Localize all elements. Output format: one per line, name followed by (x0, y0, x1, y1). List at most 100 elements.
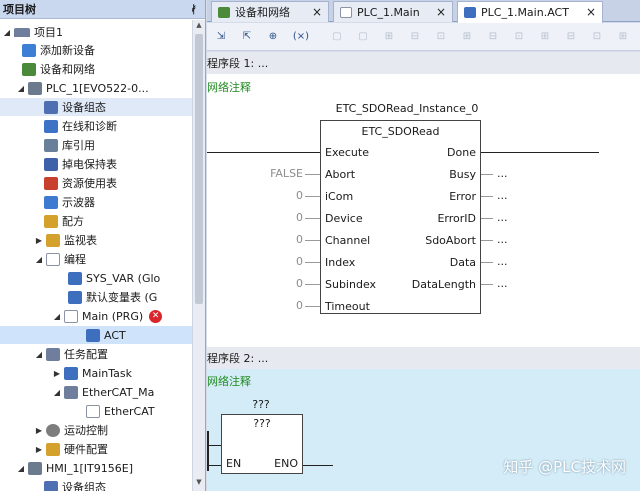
tree-item-add-device[interactable]: 添加新设备 (0, 41, 193, 59)
tree-item-online-diagnostics[interactable]: 在线和诊断 (0, 117, 193, 135)
tree-item-watch-table[interactable]: ▶ 监视表 (0, 231, 193, 249)
tree-item-sys-var[interactable]: SYS_VAR (Glo (0, 269, 193, 287)
tree-item-maintask[interactable]: ▶ MainTask (0, 364, 193, 382)
tree-item-oscilloscope[interactable]: 示波器 (0, 193, 193, 211)
toolbar-btn-14-icon[interactable]: ⊟ (563, 30, 579, 44)
function-block-etc-sdoread[interactable]: ETC_SDORead Execute Abort iCom Device Ch… (320, 120, 481, 314)
insert-parallel-icon[interactable]: ⇱ (239, 30, 255, 44)
error-icon: ✕ (149, 309, 163, 323)
collapse-arrow-icon[interactable]: ◢ (34, 350, 44, 359)
input-value-abort[interactable]: FALSE (257, 167, 303, 180)
input-value-channel[interactable]: 0 (257, 233, 303, 246)
insert-coil-icon[interactable]: (×) (291, 30, 311, 44)
tree-item-label: 设备组态 (62, 101, 106, 114)
output-value-sdoabort[interactable]: ... (497, 233, 508, 246)
tree-item-hmi1[interactable]: ◢ HMI_1[IT9156E] (0, 459, 193, 477)
input-value-index[interactable]: 0 (257, 255, 303, 268)
tree-item-ethercat[interactable]: EtherCAT (0, 402, 193, 420)
fb2-instance-name[interactable]: ??? (221, 398, 301, 411)
expand-arrow-icon[interactable]: ▶ (34, 236, 44, 245)
tree-item-label: 添加新设备 (40, 44, 95, 57)
toolbar-btn-12-icon[interactable]: ⊡ (511, 30, 527, 44)
insert-contact-icon[interactable]: ⇲ (213, 30, 229, 44)
tree-item-motion-control[interactable]: ▶ 运动控制 (0, 421, 193, 439)
function-block-empty[interactable]: ??? EN ENO (221, 414, 303, 474)
en-wire (207, 445, 221, 446)
toolbar-btn-6-icon[interactable]: ▢ (355, 30, 371, 44)
collapse-arrow-icon[interactable]: ◢ (34, 255, 44, 264)
toolbar-btn-15-icon[interactable]: ⊡ (589, 30, 605, 44)
tree-item-hardware-config[interactable]: ▶ 硬件配置 (0, 440, 193, 458)
toolbar-btn-5-icon[interactable]: ▢ (329, 30, 345, 44)
output-value-data[interactable]: ... (497, 255, 508, 268)
toolbar-btn-10-icon[interactable]: ⊞ (459, 30, 475, 44)
collapse-arrow-icon[interactable]: ◢ (52, 388, 62, 397)
expand-arrow-icon[interactable]: ▶ (34, 445, 44, 454)
close-icon[interactable]: × (312, 5, 322, 19)
function-block-title: ETC_SDORead (361, 125, 440, 138)
en-input-wire (207, 465, 221, 466)
tab-label: PLC_1.Main (357, 5, 420, 19)
output-value-datalength[interactable]: ... (497, 277, 508, 290)
ladder-editor[interactable]: 程序段 1: ... 网络注释 ETC_SDORead_Instance_0 E… (207, 52, 640, 491)
input-value-device[interactable]: 0 (257, 211, 303, 224)
input-pin-execute: Execute (325, 146, 369, 159)
tree-item-label: 运动控制 (64, 424, 108, 437)
insert-box-icon[interactable]: ⊕ (265, 30, 281, 44)
input-value-icom[interactable]: 0 (257, 189, 303, 202)
fb-instance-name[interactable]: ETC_SDORead_Instance_0 (307, 102, 507, 115)
scroll-up-icon[interactable]: ▲ (193, 21, 205, 33)
input-value-timeout[interactable]: 0 (257, 299, 303, 312)
tree-item-label: MainTask (82, 366, 132, 380)
collapse-arrow-icon[interactable]: ◢ (16, 464, 26, 473)
tree-item-default-var-table[interactable]: 默认变量表 (G (0, 288, 193, 306)
collapse-arrow-icon[interactable]: ◢ (2, 28, 12, 37)
toolbar-btn-16-icon[interactable]: ⊞ (615, 30, 631, 44)
tab-devices-networks[interactable]: 设备和网络 × (211, 1, 329, 22)
tree-item-programming[interactable]: ◢ 编程 (0, 250, 193, 268)
toolbar-btn-13-icon[interactable]: ⊞ (537, 30, 553, 44)
plc-icon (28, 81, 42, 95)
output-value-busy[interactable]: ... (497, 167, 508, 180)
tab-plc1-main[interactable]: PLC_1.Main × (333, 1, 453, 22)
recipe-icon (44, 214, 58, 228)
expand-arrow-icon[interactable]: ▶ (52, 369, 62, 378)
close-icon[interactable]: × (586, 5, 596, 19)
scroll-down-icon[interactable]: ▼ (193, 478, 205, 490)
ethercat-task-icon (64, 385, 78, 399)
tree-item-recipe[interactable]: 配方 (0, 212, 193, 230)
tree-item-hmi-device-config[interactable]: 设备组态 (0, 478, 193, 491)
tree-item-library[interactable]: 库引用 (0, 136, 193, 154)
toolbar-btn-7-icon[interactable]: ⊞ (381, 30, 397, 44)
tree-item-device-config[interactable]: 设备组态 (0, 98, 193, 116)
tree-scrollbar[interactable]: ▲ ▼ (192, 20, 205, 491)
network-2-header[interactable]: 程序段 2: ... (207, 347, 640, 369)
tab-plc1-main-act[interactable]: PLC_1.Main.ACT × (457, 1, 603, 23)
tree-item-main-prg[interactable]: ◢ Main (PRG) ✕ (0, 307, 193, 325)
input-value-subindex[interactable]: 0 (257, 277, 303, 290)
tree-item-label: 硬件配置 (64, 443, 108, 456)
network-1-header[interactable]: 程序段 1: ... (207, 52, 640, 74)
tree-item-retain-table[interactable]: 掉电保持表 (0, 155, 193, 173)
close-icon[interactable]: × (436, 5, 446, 19)
toolbar-btn-9-icon[interactable]: ⊡ (433, 30, 449, 44)
tree-item-resource-table[interactable]: 资源使用表 (0, 174, 193, 192)
tree-item-task-config[interactable]: ◢ 任务配置 (0, 345, 193, 363)
tree-item-devices-networks[interactable]: 设备和网络 (0, 60, 193, 78)
collapse-arrow-icon[interactable]: ◢ (16, 84, 26, 93)
tree-item-ethercat-task[interactable]: ◢ EtherCAT_Ma (0, 383, 193, 401)
network-1-comment[interactable]: 网络注释 (207, 79, 251, 95)
output-value-errorid[interactable]: ... (497, 211, 508, 224)
network-2-comment[interactable]: 网络注释 (207, 373, 251, 389)
tree-item-act[interactable]: ACT (0, 326, 193, 344)
expand-arrow-icon[interactable]: ▶ (34, 426, 44, 435)
tree-item-plc1[interactable]: ◢ PLC_1[EVO522-0... (0, 79, 193, 97)
toolbar-btn-8-icon[interactable]: ⊟ (407, 30, 423, 44)
collapse-arrow-icon[interactable]: ◢ (52, 312, 62, 321)
input-pin-en: EN (226, 457, 242, 470)
scrollbar-thumb[interactable] (195, 34, 203, 304)
tree-item-project[interactable]: ◢ 项目1 (0, 23, 193, 41)
toolbar-btn-11-icon[interactable]: ⊟ (485, 30, 501, 44)
output-value-error[interactable]: ... (497, 189, 508, 202)
pin-icon[interactable]: ᚯ (190, 3, 197, 16)
